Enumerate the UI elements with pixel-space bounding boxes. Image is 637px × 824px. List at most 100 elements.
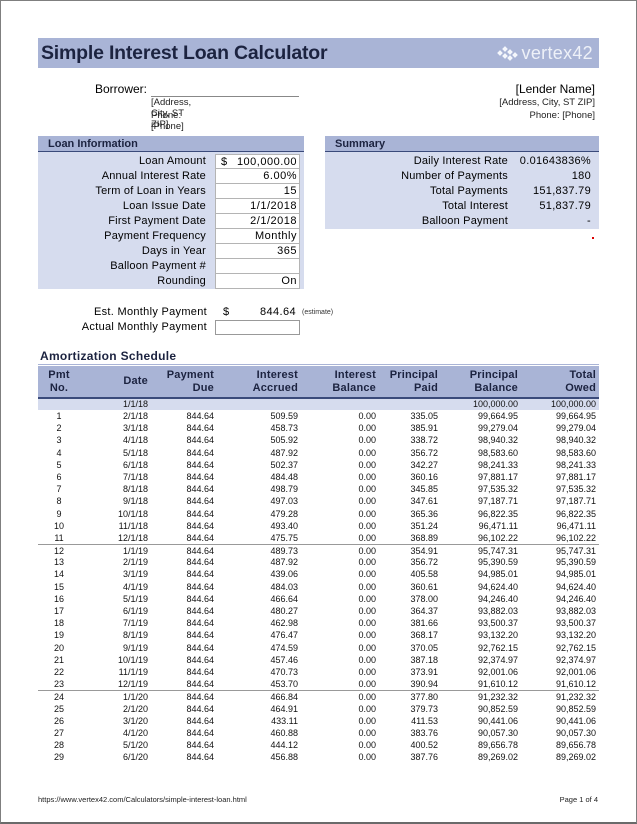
cell-payment-due: 844.64 [186, 630, 214, 641]
loan-field-input[interactable]: 1/1/2018 [215, 198, 300, 214]
table-row: 27 4/1/20 844.64 460.88 0.00 383.76 90,057.30 9… [38, 727, 599, 739]
table-row: 19 8/1/19 844.64 476.47 0.00 368.17 93,132.20 9… [38, 629, 599, 641]
cell-principal-paid: 365.36 [410, 508, 438, 519]
cell-pmt-no: 3 [56, 435, 62, 446]
cell-pmt-no: 4 [56, 447, 62, 458]
cell-principal-balance: 97,187.71 [477, 496, 518, 507]
summary-value: 51,837.79 [539, 199, 591, 212]
cell-interest-balance: 0.00 [358, 435, 376, 446]
cell-interest-balance: 0.00 [358, 496, 376, 507]
cell-principal-balance: 96,822.35 [477, 508, 518, 519]
table-row: 4 5/1/18 844.64 487.92 0.00 356.72 98,583.60 98… [38, 447, 599, 459]
cell-principal-paid: 383.76 [410, 727, 438, 738]
borrower-phone: Phone: [Phone] [151, 110, 184, 132]
cell-principal-balance: 90,852.59 [477, 703, 518, 714]
cell-principal-balance: 99,664.95 [477, 411, 518, 421]
cell-date: 8/1/19 [122, 630, 148, 641]
cell-interest-balance: 0.00 [358, 618, 376, 629]
cell-payment-due: 844.64 [186, 423, 214, 434]
cell-total-owed: 98,940.32 [555, 435, 596, 446]
cell-payment-due: 844.64 [186, 715, 214, 726]
cell-date: 1/1/20 [122, 692, 148, 703]
cell-date: 12/1/18 [117, 532, 148, 543]
summary-value: 0.01643836% [519, 154, 591, 167]
loan-field-input[interactable]: On [215, 273, 300, 289]
cell-principal-paid: 356.72 [410, 447, 438, 458]
table-row: 15 4/1/19 844.64 484.03 0.00 360.61 94,624.40 9… [38, 581, 599, 593]
summary-label: Total Payments [429, 184, 508, 197]
loan-field-input[interactable]: 365 [215, 243, 300, 259]
cell-payment-due: 844.64 [186, 642, 214, 653]
table-row: 7 8/1/18 844.64 498.79 0.00 345.85 97,535.32 97… [38, 483, 599, 495]
cell-total-owed: 90,441.06 [555, 715, 596, 726]
column-header-line1: Pmt [48, 369, 70, 381]
cell-pmt-no: 9 [56, 508, 62, 519]
cell-interest-accrued: 479.28 [270, 508, 298, 519]
cell-pmt-no: 21 [53, 654, 64, 665]
cell-total-owed: 93,132.20 [555, 630, 596, 641]
cell-principal-paid: 381.66 [410, 618, 438, 629]
cell-payment-due: 844.64 [186, 679, 214, 690]
footer-url[interactable]: https://www.vertex42.com/Calculators/sim… [38, 795, 247, 804]
loan-field-label: Annual Interest Rate [101, 169, 206, 182]
cell-total-owed: 97,881.17 [555, 471, 596, 482]
summary-row: Balloon Payment - [325, 214, 599, 229]
currency-symbol: $ [221, 155, 228, 168]
cell-pmt-no: 23 [53, 679, 64, 690]
column-header-line1: Principal [389, 369, 438, 381]
column-header-principal-balance: Principal Balance [444, 369, 518, 395]
cell-interest-balance: 0.00 [358, 740, 376, 751]
estimate-note: (estimate) [302, 309, 334, 316]
cell-principal-paid: 356.72 [410, 557, 438, 568]
cell-payment-due: 844.64 [186, 703, 214, 714]
cell-total-owed: 96,471.11 [556, 520, 596, 531]
cell-interest-accrued: 470.73 [270, 666, 298, 677]
cell-principal-balance: 96,102.22 [477, 532, 518, 543]
loan-field-input[interactable]: 6.00% [215, 168, 300, 184]
loan-field-input[interactable]: Monthly [215, 228, 300, 244]
cell-interest-accrued: 453.70 [270, 679, 298, 690]
table-row: 10 11/1/18 844.64 493.40 0.00 351.24 96,471.11… [38, 520, 599, 532]
summary-label: Daily Interest Rate [413, 154, 508, 167]
column-header-line2: Paid [413, 382, 438, 394]
cell-principal-balance: 98,241.33 [477, 459, 518, 470]
column-header-line1: Principal [469, 369, 518, 381]
cell-payment-due: 844.64 [186, 581, 214, 592]
cell-date: 4/1/18 [122, 435, 148, 446]
column-header-pmt-no: Pmt No. [38, 369, 80, 395]
cell-date: 3/1/20 [122, 715, 148, 726]
cell-total-owed: 94,985.01 [555, 569, 596, 580]
cell-principal-paid: 364.37 [410, 606, 438, 616]
loan-field-value: 100,000.00 [236, 155, 297, 168]
cell-pmt-no: 25 [53, 703, 64, 714]
cell-payment-due: 844.64 [186, 740, 214, 751]
actual-monthly-payment-input[interactable] [215, 320, 300, 335]
cell-pmt-no: 29 [53, 752, 64, 763]
cell-pmt-no: 22 [53, 666, 64, 677]
cell-total-owed: 99,279.04 [555, 423, 596, 434]
cell-principal-paid: 360.16 [410, 471, 438, 482]
column-header-date: Date [88, 375, 148, 388]
initial-balance-row: 1/1/18 100,000.00 100,000.00 [38, 399, 599, 410]
cell-principal-balance: 94,624.40 [477, 581, 518, 592]
cell-interest-balance: 0.00 [358, 630, 376, 641]
cell-interest-balance: 0.00 [358, 557, 376, 568]
cell-payment-due: 844.64 [186, 496, 214, 507]
table-row: 29 6/1/20 844.64 456.88 0.00 387.76 89,269.02 8… [38, 751, 599, 763]
loan-field-input[interactable]: 2/1/2018 [215, 213, 300, 229]
loan-field-row: Term of Loan in Years 15 [38, 183, 304, 199]
loan-field-value: 365 [277, 244, 297, 257]
loan-field-input[interactable]: 15 [215, 183, 300, 199]
cell-interest-accrued: 489.73 [270, 546, 298, 557]
est-monthly-payment-value: 844.64 [259, 306, 296, 318]
cell-interest-accrued: 502.37 [270, 459, 298, 470]
cell-interest-accrued: 509.59 [270, 411, 298, 421]
cell-date: 4/1/19 [122, 581, 148, 592]
cell-total-owed: 92,762.15 [555, 642, 596, 653]
loan-field-input[interactable] [215, 258, 300, 274]
loan-field-input[interactable]: $100,000.00 [215, 153, 300, 169]
cell-payment-due: 844.64 [186, 727, 214, 738]
column-header-line1: Total [569, 369, 596, 381]
cell-date: 11/1/18 [118, 520, 148, 531]
cell-interest-accrued: 476.47 [270, 630, 298, 641]
